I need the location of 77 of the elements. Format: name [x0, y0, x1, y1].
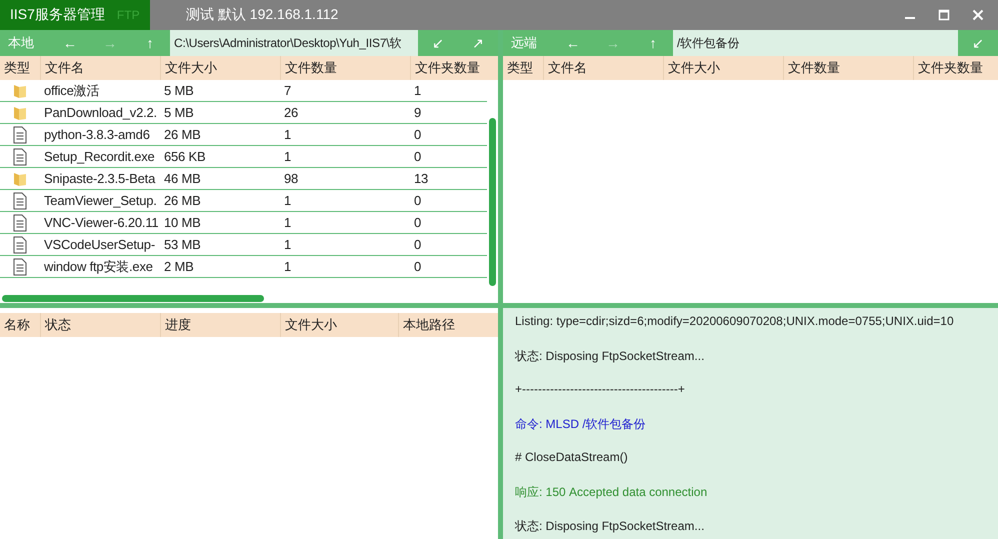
- file-size-cell-text: 53 MB: [163, 237, 202, 252]
- log-line: 状态: Disposing FtpSocketStream...: [515, 518, 706, 535]
- column-header[interactable]: 文件夹数量: [913, 56, 998, 80]
- column-header[interactable]: 进度: [160, 313, 280, 337]
- file-count-cell-text: 1: [283, 259, 292, 274]
- folder-icon: [13, 82, 27, 98]
- folder-count-cell-text: 1: [413, 83, 422, 98]
- file-count-cell-text: 1: [283, 127, 292, 142]
- path-field[interactable]: /软件包备份: [673, 30, 958, 56]
- file-size-cell-text: 10 MB: [163, 215, 202, 230]
- maximize-icon[interactable]: [938, 9, 950, 21]
- file-name-cell-text: PanDownload_v2.2.: [43, 105, 158, 120]
- folder-count-cell-text: 0: [413, 149, 422, 164]
- file-count-cell-text: 26: [283, 105, 300, 120]
- horizontal-scrollbar[interactable]: [2, 295, 264, 302]
- file-count-cell-text: 1: [283, 149, 292, 164]
- file-count-cell-text: 1: [283, 193, 292, 208]
- document-icon: [13, 214, 27, 232]
- file-name-cell-text: python-3.8.3-amd6: [43, 127, 151, 142]
- column-header[interactable]: 文件数量: [783, 56, 913, 80]
- folder-count-cell-text: 0: [413, 259, 422, 274]
- file-name-cell-text: Setup_Recordit.exe: [43, 149, 156, 164]
- file-size-cell-text: 656 KB: [163, 149, 206, 164]
- column-header[interactable]: 状态: [40, 313, 160, 337]
- file-name-cell-text: window ftp安装.exe: [43, 258, 154, 276]
- file-size-cell-text: 26 MB: [163, 127, 202, 142]
- column-header[interactable]: 名称: [0, 313, 40, 337]
- file-size-cell-text: 2 MB: [163, 259, 195, 274]
- folder-count-cell-text: 9: [413, 105, 422, 120]
- file-name-cell-text: TeamViewer_Setup.: [43, 193, 158, 208]
- log-line: 状态: Disposing FtpSocketStream...: [515, 348, 706, 365]
- folder-icon: [13, 170, 27, 186]
- file-name-cell-text: VNC-Viewer-6.20.11: [43, 215, 160, 230]
- document-icon: [13, 126, 27, 144]
- column-header[interactable]: 类型: [503, 56, 543, 80]
- file-count-cell-text: 1: [283, 215, 292, 230]
- log-line: 响应: 150 Accepted data connection: [515, 484, 708, 501]
- log-line: Listing: type=cdir;sizd=6;modify=20200609070208;UNIX.mode=0755;UNIX.uid=10: [515, 314, 955, 330]
- vertical-scrollbar[interactable]: [489, 118, 496, 286]
- log-line: 命令: MLSD /软件包备份: [515, 416, 647, 433]
- local-label: 本地: [7, 34, 35, 52]
- column-header[interactable]: 本地路径: [398, 313, 498, 337]
- close-icon[interactable]: [972, 9, 984, 21]
- file-name-cell-text: VSCodeUserSetup-: [43, 237, 156, 252]
- column-header[interactable]: 文件数量: [280, 56, 410, 80]
- log-line: # CloseDataStream(): [515, 450, 629, 466]
- file-size-cell-text: 26 MB: [163, 193, 202, 208]
- column-header[interactable]: 文件大小: [160, 56, 280, 80]
- app-title: IIS7服务器管理: [10, 6, 105, 24]
- file-count-cell-text: 7: [283, 83, 292, 98]
- file-count-cell-text: 1: [283, 237, 292, 252]
- column-header[interactable]: 文件大小: [663, 56, 783, 80]
- file-count-cell-text: 98: [283, 171, 300, 186]
- document-icon: [13, 192, 27, 210]
- file-size-cell-text: 5 MB: [163, 105, 195, 120]
- document-icon: [13, 258, 27, 276]
- file-name-cell-text: office激活: [43, 82, 100, 100]
- column-header[interactable]: 文件名: [40, 56, 160, 80]
- remote-label: 远端: [510, 34, 538, 52]
- document-icon: [13, 148, 27, 166]
- column-header[interactable]: 类型: [0, 56, 40, 80]
- column-header[interactable]: 文件大小: [280, 313, 398, 337]
- column-header[interactable]: 文件名: [543, 56, 663, 80]
- folder-count-cell-text: 0: [413, 237, 422, 252]
- log-line: +---------------------------------------+: [515, 382, 686, 398]
- connection-info: 测试 默认 192.168.1.112: [186, 6, 338, 24]
- file-size-cell-text: 46 MB: [163, 171, 202, 186]
- folder-icon: [13, 104, 27, 120]
- file-size-cell-text: 5 MB: [163, 83, 195, 98]
- column-header[interactable]: 文件夹数量: [410, 56, 487, 80]
- folder-count-cell-text: 13: [413, 171, 430, 186]
- folder-count-cell-text: 0: [413, 215, 422, 230]
- folder-count-cell-text: 0: [413, 127, 422, 142]
- path-field[interactable]: C:\Users\Administrator\Desktop\Yuh_IIS7\软: [170, 30, 418, 56]
- file-name-cell-text: Snipaste-2.3.5-Beta: [43, 171, 156, 186]
- document-icon: [13, 236, 27, 254]
- folder-count-cell-text: 0: [413, 193, 422, 208]
